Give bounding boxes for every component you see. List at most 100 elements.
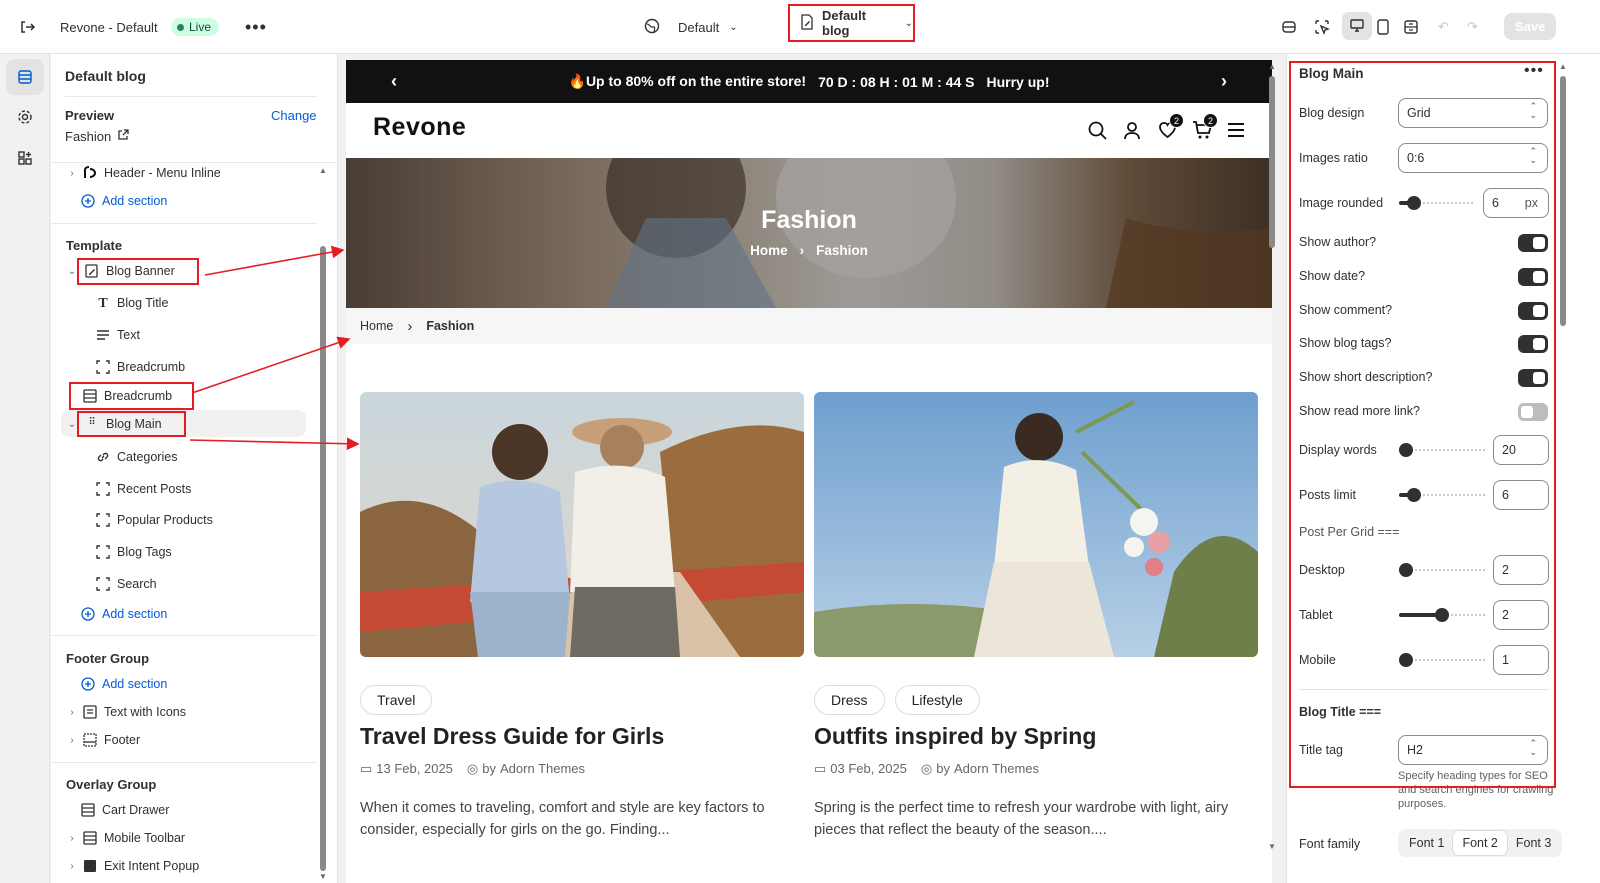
title-tag-select[interactable]: H2 [1398,735,1548,765]
slider-knob[interactable] [1399,563,1413,577]
font-option-1[interactable]: Font 1 [1400,831,1453,855]
scroll-down-icon[interactable]: ▼ [319,872,327,881]
site-logo[interactable]: Revone [373,113,466,142]
cart-icon[interactable]: 2 [1192,113,1218,143]
scroll-up-icon[interactable]: ▲ [1559,62,1567,71]
slider-knob[interactable] [1407,196,1421,210]
section-header[interactable]: › Header - Menu Inline [65,161,220,185]
account-icon[interactable] [1123,121,1141,143]
preview-scrollbar[interactable]: ▲ ▼ [1267,62,1277,852]
save-button[interactable]: Save [1504,13,1557,40]
block-blog-title[interactable]: T Blog Title [96,291,168,315]
banner-home-link[interactable]: Home [750,243,788,258]
add-section-button[interactable]: Add section [81,672,167,696]
posts-limit-input[interactable]: 6 [1493,480,1549,510]
undo-icon[interactable]: ↶ [1438,0,1449,54]
select-icon[interactable] [1314,0,1330,54]
add-section-button[interactable]: Add section [81,602,167,626]
inspector-icon[interactable] [1281,0,1297,54]
add-section-button[interactable]: Add section [81,189,167,213]
chevron-right-icon[interactable]: › [1221,71,1227,92]
crumb-home-link[interactable]: Home [360,319,393,333]
image-rounded-input[interactable]: 6 px [1483,188,1549,218]
block-search[interactable]: Search [96,572,157,596]
section-footer[interactable]: › Footer [65,728,140,752]
block-popular-products[interactable]: Popular Products [96,508,213,532]
post-tag[interactable]: Lifestyle [894,685,980,715]
image-rounded-slider[interactable] [1399,196,1475,210]
tablet-slider[interactable] [1399,608,1485,622]
slider-knob[interactable] [1399,653,1413,667]
slider-knob[interactable] [1399,443,1413,457]
desktop-view-icon[interactable] [1342,12,1372,40]
post-tag[interactable]: Travel [360,685,433,715]
block-blog-tags[interactable]: Blog Tags [96,540,172,564]
section-text-with-icons[interactable]: › Text with Icons [65,700,186,724]
section-exit-intent[interactable]: › Exit Intent Popup [65,854,199,878]
block-categories[interactable]: Categories [96,445,177,469]
mobile-view-icon[interactable] [1377,0,1389,54]
wishlist-icon[interactable]: 2 [1158,113,1184,142]
apps-icon[interactable] [6,140,44,176]
settings-icon[interactable] [6,99,44,135]
more-icon[interactable]: ••• [245,0,267,54]
redo-icon[interactable]: ↷ [1467,0,1478,54]
preview-value[interactable]: Fashion [65,129,129,144]
fullscreen-icon[interactable] [1403,0,1419,54]
display-words-input[interactable]: 20 [1493,435,1549,465]
scroll-thumb[interactable] [320,246,326,871]
scroll-up-icon[interactable]: ▲ [319,166,327,175]
search-icon[interactable] [1088,121,1107,143]
mobile-slider[interactable] [1399,653,1485,667]
post-author[interactable]: Adorn Themes [954,761,1039,777]
scroll-thumb[interactable] [1269,76,1275,248]
scroll-up-icon[interactable]: ▲ [1268,62,1276,71]
chevron-left-icon[interactable]: ‹ [391,71,397,92]
theme-selector[interactable]: Default ⌄ [644,0,738,54]
desktop-input[interactable]: 2 [1493,555,1549,585]
section-blog-main[interactable]: ⌄ ⠿ Blog Main [65,411,186,437]
block-text[interactable]: Text [96,323,140,347]
blog-design-select[interactable]: Grid [1398,98,1548,128]
section-mobile-toolbar[interactable]: › Mobile Toolbar [65,826,185,850]
post-author[interactable]: Adorn Themes [500,761,585,777]
section-label: Exit Intent Popup [104,859,200,873]
show-author-toggle[interactable] [1518,234,1548,252]
display-words-slider[interactable] [1399,443,1485,457]
block-breadcrumb[interactable]: Breadcrumb [96,355,185,379]
show-date-toggle[interactable] [1518,268,1548,286]
block-recent-posts[interactable]: Recent Posts [96,477,191,501]
menu-icon[interactable] [1227,122,1245,141]
slider-knob[interactable] [1435,608,1449,622]
section-breadcrumb[interactable]: Breadcrumb [69,382,195,410]
show-read-more-toggle[interactable] [1518,403,1548,421]
post-image[interactable] [814,392,1258,657]
scroll-down-icon[interactable]: ▼ [1268,842,1276,851]
drag-handle-icon[interactable]: ⠿ [85,417,99,431]
sections-icon[interactable] [6,59,44,95]
tablet-input[interactable]: 2 [1493,600,1549,630]
post-image[interactable] [360,392,804,657]
font-option-3[interactable]: Font 3 [1507,831,1560,855]
font-option-2[interactable]: Font 2 [1453,831,1507,855]
change-link[interactable]: Change [271,108,317,123]
images-ratio-select[interactable]: 0:6 [1398,143,1548,173]
exit-icon[interactable] [18,0,36,54]
post-title[interactable]: Outfits inspired by Spring [814,723,1096,750]
template-selector[interactable]: Default blog ⌄ [788,4,915,42]
panel-scrollbar[interactable]: ▲ ▼ [318,164,328,883]
scroll-thumb[interactable] [1560,76,1566,326]
section-cart-drawer[interactable]: Cart Drawer [81,798,169,822]
section-blog-banner[interactable]: ⌄ Blog Banner [65,257,199,285]
posts-limit-slider[interactable] [1399,488,1485,502]
show-short-toggle[interactable] [1518,369,1548,387]
more-icon[interactable]: ••• [1524,62,1544,80]
settings-scrollbar[interactable]: ▲ [1558,62,1568,862]
desktop-slider[interactable] [1399,563,1485,577]
post-tag[interactable]: Dress [814,685,885,715]
post-title[interactable]: Travel Dress Guide for Girls [360,723,664,750]
show-tags-toggle[interactable] [1518,335,1548,353]
slider-knob[interactable] [1407,488,1421,502]
show-comment-toggle[interactable] [1518,302,1548,320]
mobile-input[interactable]: 1 [1493,645,1549,675]
